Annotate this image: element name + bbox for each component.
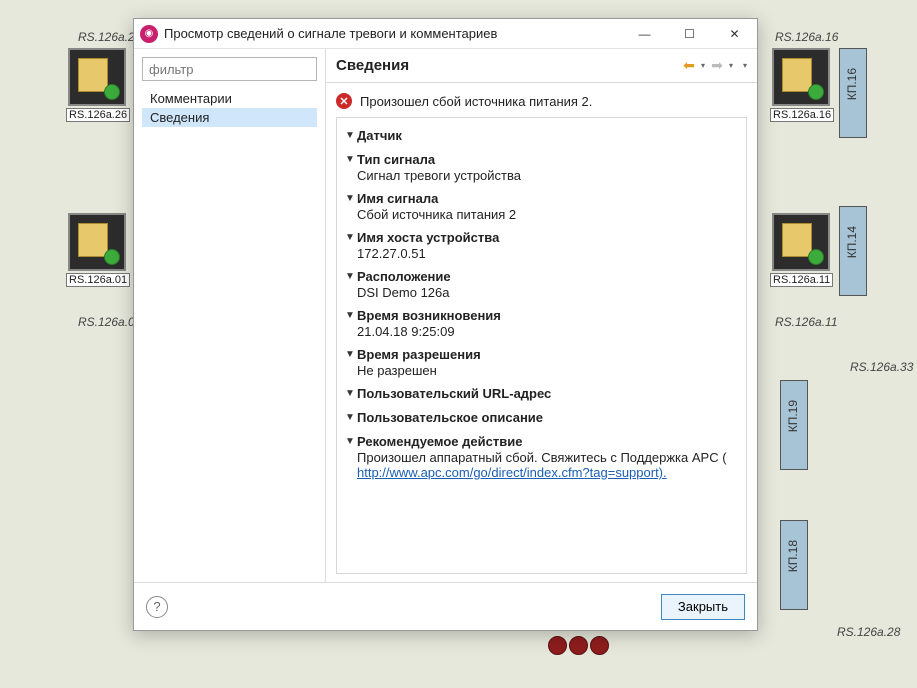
collapse-icon[interactable]: ▼ <box>345 347 357 363</box>
help-button[interactable]: ? <box>146 596 168 618</box>
rack-device[interactable] <box>772 213 830 271</box>
content-area: Сведения ⬅ ▾ ➡ ▾ ▾ ✕ Произошел сбой исто… <box>326 49 757 582</box>
close-window-button[interactable]: ✕ <box>712 19 757 49</box>
rack-label: RS.126a.26 <box>66 108 130 122</box>
panel-label: КП.18 <box>786 540 800 572</box>
detail-section: ▼Тип сигналаСигнал тревоги устройства <box>343 152 740 183</box>
nav-forward-icon[interactable]: ➡ <box>709 58 725 74</box>
detail-section: ▼РасположениеDSI Demo 126a <box>343 269 740 300</box>
titlebar: ◉ Просмотр сведений о сигнале тревоги и … <box>134 19 757 49</box>
bg-label: RS.126a.16 <box>775 30 838 44</box>
collapse-icon[interactable]: ▼ <box>345 386 357 402</box>
status-ok-icon <box>104 84 120 100</box>
section-value: DSI Demo 126a <box>357 285 740 300</box>
section-value: Сбой источника питания 2 <box>357 207 740 222</box>
detail-section: ▼Имя сигналаСбой источника питания 2 <box>343 191 740 222</box>
collapse-icon[interactable]: ▼ <box>345 191 357 207</box>
rack-label: RS.126a.11 <box>770 273 833 287</box>
status-dot-icon <box>548 636 567 655</box>
collapse-icon[interactable]: ▼ <box>345 128 357 144</box>
section-title: Рекомендуемое действие <box>357 434 522 449</box>
section-title: Имя сигнала <box>357 191 438 206</box>
folder-icon <box>78 223 108 257</box>
folder-icon <box>782 58 812 92</box>
detail-section: ▼Датчик <box>343 128 740 144</box>
folder-icon <box>78 58 108 92</box>
bg-label: RS.126a.11 <box>775 315 838 329</box>
dialog-footer: ? Закрыть <box>134 582 757 630</box>
collapse-icon[interactable]: ▼ <box>345 230 357 246</box>
section-title: Тип сигнала <box>357 152 435 167</box>
nav-arrows: ⬅ ▾ ➡ ▾ ▾ <box>681 58 747 74</box>
error-icon: ✕ <box>336 93 352 109</box>
collapse-icon[interactable]: ▼ <box>345 269 357 285</box>
collapse-icon[interactable]: ▼ <box>345 152 357 168</box>
collapse-icon[interactable]: ▼ <box>345 308 357 324</box>
section-title: Время возникновения <box>357 308 501 323</box>
alarm-summary: ✕ Произошел сбой источника питания 2. <box>326 83 757 117</box>
menu-icon[interactable]: ▾ <box>743 61 747 70</box>
bg-label: RS.126a.28 <box>837 625 900 639</box>
alarm-message: Произошел сбой источника питания 2. <box>360 94 592 109</box>
detail-section: ▼Пользовательский URL-адрес <box>343 386 740 402</box>
detail-section: ▼Пользовательское описание <box>343 410 740 426</box>
rack-device[interactable] <box>68 48 126 106</box>
section-title: Датчик <box>357 128 402 143</box>
section-value: Не разрешен <box>357 363 740 378</box>
status-ok-icon <box>808 249 824 265</box>
status-dots <box>548 636 609 655</box>
content-heading: Сведения <box>336 57 681 74</box>
section-title: Пользовательское описание <box>357 410 543 425</box>
panel-label: КП.16 <box>845 68 859 100</box>
rack-device[interactable] <box>772 48 830 106</box>
window-title: Просмотр сведений о сигнале тревоги и ко… <box>164 26 622 41</box>
status-ok-icon <box>104 249 120 265</box>
sidebar-item[interactable]: Сведения <box>142 108 317 127</box>
minimize-button[interactable]: — <box>622 19 667 49</box>
support-link[interactable]: http://www.apc.com/go/direct/index.cfm?t… <box>357 465 667 480</box>
detail-section-recommended: ▼Рекомендуемое действиеПроизошел аппарат… <box>343 434 740 480</box>
nav-back-icon[interactable]: ⬅ <box>681 58 697 74</box>
section-value: 21.04.18 9:25:09 <box>357 324 740 339</box>
sidebar-item[interactable]: Комментарии <box>142 89 317 108</box>
maximize-button[interactable]: ☐ <box>667 19 712 49</box>
details-panel: ▼Датчик▼Тип сигналаСигнал тревоги устрой… <box>336 117 747 574</box>
rack-label: RS.126a.16 <box>770 108 834 122</box>
status-ok-icon <box>808 84 824 100</box>
collapse-icon[interactable]: ▼ <box>345 410 357 426</box>
dropdown-icon[interactable]: ▾ <box>729 61 733 70</box>
detail-section: ▼Время возникновения21.04.18 9:25:09 <box>343 308 740 339</box>
alarm-details-dialog: ◉ Просмотр сведений о сигнале тревоги и … <box>133 18 758 631</box>
panel-label: КП.19 <box>786 400 800 432</box>
close-button[interactable]: Закрыть <box>661 594 745 620</box>
bg-label: RS.126a.01 <box>78 315 141 329</box>
section-title: Расположение <box>357 269 451 284</box>
dropdown-icon[interactable]: ▾ <box>701 61 705 70</box>
section-title: Пользовательский URL-адрес <box>357 386 551 401</box>
section-value: 172.27.0.51 <box>357 246 740 261</box>
detail-section: ▼Имя хоста устройства172.27.0.51 <box>343 230 740 261</box>
status-dot-icon <box>590 636 609 655</box>
sidebar: КомментарииСведения <box>134 49 326 582</box>
section-value: Произошел аппаратный сбой. Свяжитесь с П… <box>357 450 740 480</box>
section-title: Время разрешения <box>357 347 481 362</box>
rack-device[interactable] <box>68 213 126 271</box>
bg-label: RS.126a.26 <box>78 30 141 44</box>
panel-label: КП.14 <box>845 226 859 258</box>
rack-label: RS.126a.01 <box>66 273 130 287</box>
filter-input[interactable] <box>142 57 317 81</box>
detail-section: ▼Время разрешенияНе разрешен <box>343 347 740 378</box>
app-icon: ◉ <box>140 25 158 43</box>
bg-label: RS.126a.33 <box>850 360 913 374</box>
collapse-icon[interactable]: ▼ <box>345 434 357 450</box>
content-header: Сведения ⬅ ▾ ➡ ▾ ▾ <box>326 49 757 83</box>
section-title: Имя хоста устройства <box>357 230 499 245</box>
status-dot-icon <box>569 636 588 655</box>
section-value: Сигнал тревоги устройства <box>357 168 740 183</box>
folder-icon <box>782 223 812 257</box>
